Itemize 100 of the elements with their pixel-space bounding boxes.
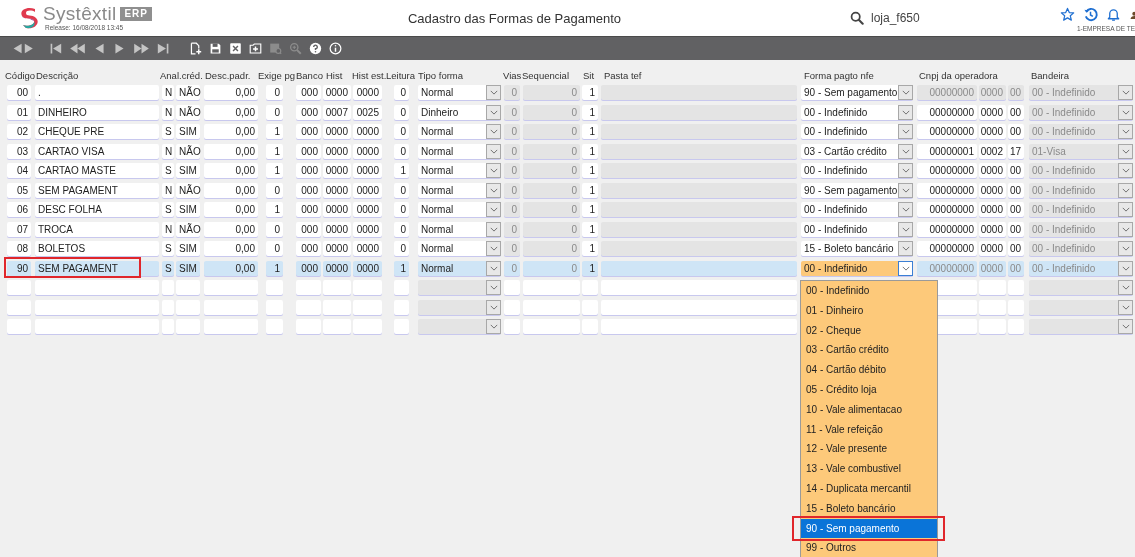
- text-field[interactable]: S: [162, 202, 174, 218]
- text-field[interactable]: [601, 241, 797, 257]
- dropdown-field[interactable]: Normal: [418, 241, 501, 257]
- text-field[interactable]: SIM: [176, 202, 200, 218]
- text-field[interactable]: 0: [394, 182, 409, 198]
- text-field[interactable]: 1: [266, 143, 283, 159]
- text-field[interactable]: 0,00: [204, 221, 258, 237]
- text-field[interactable]: 07: [7, 221, 31, 237]
- text-field[interactable]: [35, 319, 159, 335]
- text-field[interactable]: 000: [296, 163, 321, 179]
- text-field[interactable]: [601, 163, 797, 179]
- text-field[interactable]: N: [162, 221, 174, 237]
- dropdown-option[interactable]: 13 - Vale combustivel: [801, 459, 937, 479]
- text-field[interactable]: SIM: [176, 163, 200, 179]
- text-field[interactable]: [504, 319, 520, 335]
- text-field[interactable]: 0000: [979, 163, 1006, 179]
- text-field[interactable]: 00000000: [917, 221, 977, 237]
- text-field[interactable]: N: [162, 182, 174, 198]
- text-field[interactable]: CARTAO VISA: [35, 143, 159, 159]
- dropdown-option[interactable]: 14 - Duplicata mercantil: [801, 478, 937, 499]
- text-field[interactable]: 0,00: [204, 241, 258, 257]
- dropdown-option[interactable]: 90 - Sem pagamento: [801, 518, 937, 539]
- text-field[interactable]: BOLETOS: [35, 241, 159, 257]
- bell-icon[interactable]: [1106, 7, 1121, 22]
- text-field[interactable]: 1: [266, 124, 283, 140]
- text-field[interactable]: 0,00: [204, 260, 258, 276]
- text-field[interactable]: [296, 319, 321, 335]
- back-arrow-button[interactable]: [93, 42, 106, 55]
- text-field[interactable]: 0000: [323, 182, 351, 198]
- dropdown-field[interactable]: 00 - Indefinido: [801, 124, 913, 140]
- text-field[interactable]: 00: [1008, 202, 1024, 218]
- text-field[interactable]: [601, 104, 797, 120]
- text-field[interactable]: [601, 319, 797, 335]
- text-field[interactable]: [394, 319, 409, 335]
- text-field[interactable]: 1: [582, 104, 598, 120]
- text-field[interactable]: 0000: [353, 241, 382, 257]
- text-field[interactable]: 1: [582, 85, 598, 101]
- text-field[interactable]: NÃO: [176, 85, 200, 101]
- text-field[interactable]: 08: [7, 241, 31, 257]
- dropdown-field[interactable]: Normal: [418, 182, 501, 198]
- first-record-button[interactable]: [49, 42, 62, 55]
- text-field[interactable]: 0,00: [204, 85, 258, 101]
- text-field[interactable]: 0: [266, 241, 283, 257]
- text-field[interactable]: 0: [394, 241, 409, 257]
- text-field[interactable]: .: [35, 85, 159, 101]
- text-field[interactable]: 0,00: [204, 124, 258, 140]
- text-field[interactable]: [176, 319, 200, 335]
- text-field[interactable]: 0000: [353, 143, 382, 159]
- text-field[interactable]: 0000: [353, 182, 382, 198]
- text-field[interactable]: [523, 280, 580, 296]
- text-field[interactable]: 1: [582, 124, 598, 140]
- text-field[interactable]: [162, 299, 174, 315]
- save-button[interactable]: [209, 42, 222, 55]
- text-field[interactable]: [601, 85, 797, 101]
- text-field[interactable]: 0000: [323, 124, 351, 140]
- dropdown-option[interactable]: 01 - Dinheiro: [801, 300, 937, 321]
- text-field[interactable]: 0000: [323, 260, 351, 276]
- text-field[interactable]: 1: [582, 202, 598, 218]
- dropdown-field[interactable]: [418, 319, 501, 335]
- text-field[interactable]: CARTAO MASTE: [35, 163, 159, 179]
- text-field[interactable]: SEM PAGAMENT: [35, 260, 159, 276]
- text-field[interactable]: 03: [7, 143, 31, 159]
- text-field[interactable]: S: [162, 124, 174, 140]
- star-icon[interactable]: [1060, 7, 1075, 22]
- text-field[interactable]: 0,00: [204, 143, 258, 159]
- text-field[interactable]: [296, 280, 321, 296]
- text-field[interactable]: [162, 280, 174, 296]
- text-field[interactable]: 06: [7, 202, 31, 218]
- text-field[interactable]: 000: [296, 241, 321, 257]
- text-field[interactable]: 1: [582, 143, 598, 159]
- text-field[interactable]: 1: [266, 260, 283, 276]
- text-field[interactable]: 00: [1008, 221, 1024, 237]
- text-field[interactable]: 0000: [979, 221, 1006, 237]
- text-field[interactable]: [601, 299, 797, 315]
- info-button[interactable]: [329, 42, 342, 55]
- text-field[interactable]: 000: [296, 85, 321, 101]
- text-field[interactable]: 000: [296, 260, 321, 276]
- text-field[interactable]: 1: [582, 241, 598, 257]
- text-field[interactable]: NÃO: [176, 143, 200, 159]
- dropdown-option[interactable]: 00 - Indefinido: [801, 281, 937, 301]
- text-field[interactable]: 0000: [323, 85, 351, 101]
- text-field[interactable]: [296, 299, 321, 315]
- text-field[interactable]: 00000000: [917, 202, 977, 218]
- text-field[interactable]: [266, 319, 283, 335]
- text-field[interactable]: [204, 280, 258, 296]
- text-field[interactable]: 0: [394, 202, 409, 218]
- text-field[interactable]: [601, 143, 797, 159]
- text-field[interactable]: [394, 299, 409, 315]
- text-field[interactable]: S: [162, 163, 174, 179]
- text-field[interactable]: 01: [7, 104, 31, 120]
- dropdown-field[interactable]: 90 - Sem pagamento: [801, 85, 913, 101]
- text-field[interactable]: 00: [1008, 124, 1024, 140]
- text-field[interactable]: SIM: [176, 124, 200, 140]
- text-field[interactable]: 1: [266, 202, 283, 218]
- text-field[interactable]: 0000: [323, 202, 351, 218]
- text-field[interactable]: 00: [1008, 241, 1024, 257]
- text-field[interactable]: 90: [7, 260, 31, 276]
- dropdown-field[interactable]: Normal: [418, 143, 501, 159]
- text-field[interactable]: [1008, 280, 1024, 296]
- text-field[interactable]: 1: [394, 260, 409, 276]
